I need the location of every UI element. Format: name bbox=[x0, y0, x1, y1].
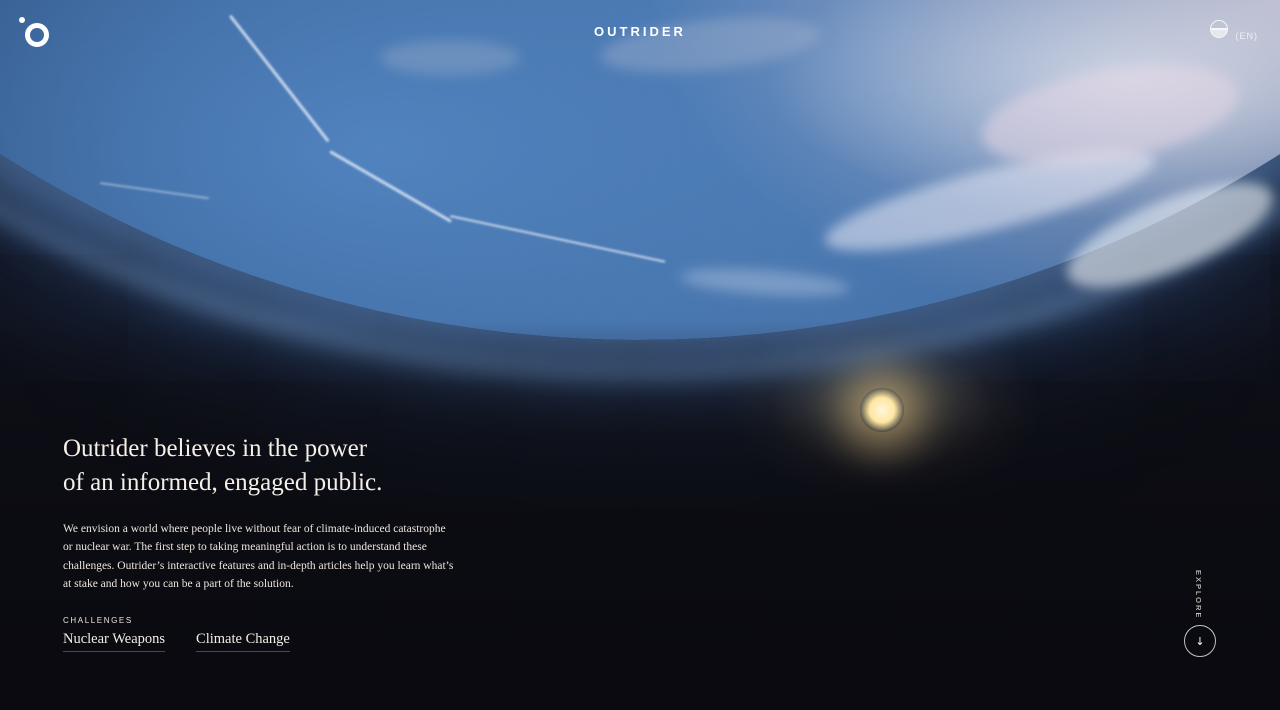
intro-paragraph: We envision a world where people live wi… bbox=[63, 523, 454, 590]
sun-flare bbox=[860, 388, 904, 432]
hero-copy: Outrider believes in the power of an inf… bbox=[63, 432, 463, 653]
logo-dot bbox=[19, 17, 25, 23]
explore-control[interactable]: EXPLORE ↓ bbox=[1184, 570, 1216, 658]
arrow-down-icon: ↓ bbox=[1195, 634, 1205, 648]
explore-button[interactable]: ↓ bbox=[1184, 625, 1216, 657]
page-title: Outrider believes in the power of an inf… bbox=[63, 432, 463, 500]
climate-change-link[interactable]: Climate Change bbox=[196, 631, 290, 653]
headline-line-2: of an informed, engaged public. bbox=[63, 469, 383, 496]
globe-icon bbox=[1209, 20, 1228, 38]
language-selector[interactable]: (EN) bbox=[1209, 17, 1259, 41]
nuclear-weapons-link[interactable]: Nuclear Weapons bbox=[63, 631, 166, 653]
cloud bbox=[380, 40, 520, 75]
language-label: (EN) bbox=[1235, 31, 1258, 41]
challenges-label: CHALLENGES bbox=[63, 616, 133, 626]
challenges-nav: Nuclear Weapons Climate Change bbox=[63, 631, 463, 653]
brand-wordmark: OUTRIDER bbox=[0, 24, 1280, 39]
headline-line-1: Outrider believes in the power bbox=[63, 435, 368, 462]
explore-label: EXPLORE bbox=[1194, 570, 1203, 620]
brand-title[interactable]: OUTRIDER bbox=[594, 24, 686, 39]
